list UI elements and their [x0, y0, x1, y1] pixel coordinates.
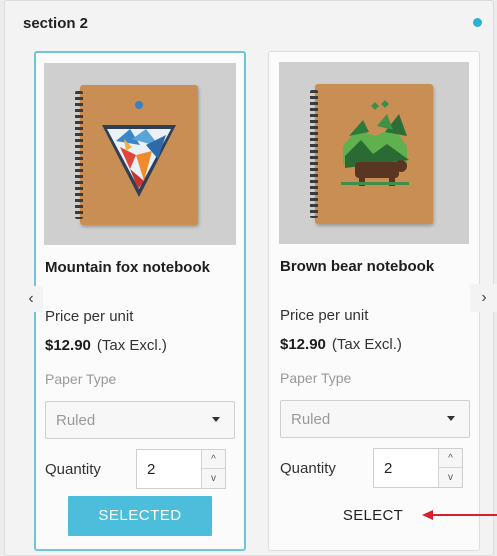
paper-type-select[interactable]: Ruled	[45, 401, 235, 439]
tax-note: (Tax Excl.)	[331, 336, 402, 353]
selected-button[interactable]: SELECTED	[68, 496, 212, 536]
select-button[interactable]: SELECT	[323, 507, 423, 527]
quantity-spinner: ^ v	[201, 450, 225, 488]
price-row: $12.90 (Tax Excl.)	[45, 337, 167, 354]
quantity-value[interactable]: 2	[384, 460, 392, 477]
notebook-cover	[75, 85, 198, 225]
price-per-unit-label: Price per unit	[45, 308, 134, 325]
chevron-up-icon[interactable]: ^	[202, 450, 225, 469]
mountain-fox-artwork-icon	[102, 101, 176, 197]
chevron-left-icon[interactable]: ‹	[19, 286, 43, 312]
product-image-mountain-fox	[44, 63, 236, 245]
section-title: section 2	[23, 15, 89, 32]
quantity-stepper[interactable]: 2 ^ v	[136, 449, 226, 489]
product-price: $12.90	[280, 336, 326, 353]
chevron-down-icon[interactable]: v	[439, 468, 462, 487]
caret-down-icon	[447, 416, 455, 421]
paper-type-label: Paper Type	[280, 370, 352, 386]
brown-bear-artwork-icon	[341, 100, 409, 186]
notebook-cover	[310, 84, 433, 224]
annotation-arrow-icon	[422, 510, 497, 520]
info-dot-icon[interactable]	[473, 18, 482, 27]
product-card-mountain-fox[interactable]: Mountain fox notebook Price per unit $12…	[34, 51, 246, 551]
quantity-value[interactable]: 2	[147, 461, 155, 478]
price-per-unit-label: Price per unit	[280, 307, 369, 324]
product-name: Mountain fox notebook	[45, 259, 210, 276]
quantity-spinner: ^ v	[438, 449, 462, 487]
product-price: $12.90	[45, 337, 91, 354]
paper-type-value: Ruled	[56, 412, 96, 429]
product-name: Brown bear notebook	[280, 258, 435, 275]
caret-down-icon	[212, 417, 220, 422]
quantity-stepper[interactable]: 2 ^ v	[373, 448, 463, 488]
price-row: $12.90 (Tax Excl.)	[280, 336, 402, 353]
tax-note: (Tax Excl.)	[96, 337, 167, 354]
chevron-up-icon[interactable]: ^	[439, 449, 462, 468]
quantity-label: Quantity	[45, 461, 101, 478]
paper-type-select[interactable]: Ruled	[280, 400, 470, 438]
chevron-down-icon[interactable]: v	[202, 469, 225, 488]
chevron-right-icon[interactable]: ›	[470, 284, 497, 312]
product-image-brown-bear	[279, 62, 469, 244]
section-panel: section 2 Mountain fox notebook Price pe…	[4, 0, 497, 556]
paper-type-label: Paper Type	[45, 371, 117, 387]
product-card-brown-bear[interactable]: Brown bear notebook Price per unit $12.9…	[268, 51, 480, 551]
quantity-label: Quantity	[280, 460, 336, 477]
paper-type-value: Ruled	[291, 411, 331, 428]
